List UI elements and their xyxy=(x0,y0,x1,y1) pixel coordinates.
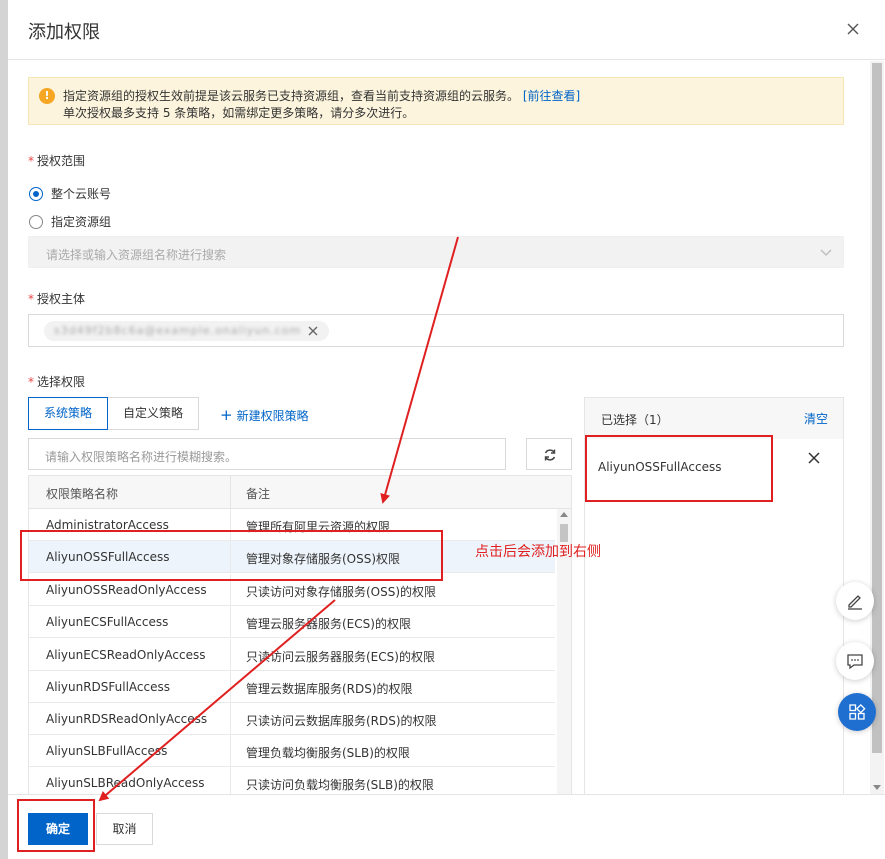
policy-table: 权限策略名称 备注 AdministratorAccess 管理所有阿里云资源的… xyxy=(28,475,572,794)
resource-group-placeholder: 请选择或输入资源组名称进行搜索 xyxy=(46,248,227,262)
table-row[interactable]: AdministratorAccess 管理所有阿里云资源的权限 xyxy=(29,509,555,541)
table-row[interactable]: AliyunRDSReadOnlyAccess 只读访问云数据库服务(RDS)的… xyxy=(29,703,555,735)
policy-note: 管理对象存储服务(OSS)权限 xyxy=(246,552,401,566)
table-row[interactable]: AliyunECSFullAccess 管理云服务器服务(ECS)的权限 xyxy=(29,606,555,638)
dialog-scrollbar[interactable] xyxy=(870,61,884,794)
alert-message-line1: 指定资源组的授权生效前提是该云服务已支持资源组，查看当前支持资源组的云服务。 xyxy=(63,89,520,103)
edit-icon xyxy=(848,595,862,610)
policy-search-placeholder: 请输入权限策略名称进行模糊搜索。 xyxy=(45,450,238,464)
dialog-body: ! 指定资源组的授权生效前提是该云服务已支持资源组，查看当前支持资源组的云服务。… xyxy=(8,61,885,794)
apps-icon xyxy=(849,703,866,720)
policy-name: AliyunRDSReadOnlyAccess xyxy=(46,712,208,726)
plus-icon: + xyxy=(220,406,233,424)
new-policy-link[interactable]: + 新建权限策略 xyxy=(220,406,309,424)
table-header: 权限策略名称 备注 xyxy=(29,476,571,509)
dialog-scrollbar-thumb[interactable] xyxy=(872,63,882,753)
chat-button[interactable] xyxy=(836,642,874,680)
policy-note: 只读访问负载均衡服务(SLB)的权限 xyxy=(246,778,434,792)
policy-name: AdministratorAccess xyxy=(46,518,169,532)
policy-note: 只读访问云数据库服务(RDS)的权限 xyxy=(246,714,437,728)
policy-note: 只读访问云服务器服务(ECS)的权限 xyxy=(246,650,435,664)
table-row[interactable]: AliyunOSSReadOnlyAccess 只读访问对象存储服务(OSS)的… xyxy=(29,574,555,606)
required-mark: * xyxy=(28,292,34,306)
refresh-button[interactable] xyxy=(526,438,572,470)
tab-system-policy[interactable]: 系统策略 xyxy=(28,397,109,430)
policy-note: 管理负载均衡服务(SLB)的权限 xyxy=(246,746,410,760)
radio-label: 整个云账号 xyxy=(51,187,112,201)
selected-panel-header: 已选择（1） 清空 xyxy=(585,398,843,439)
policy-note: 只读访问对象存储服务(OSS)的权限 xyxy=(246,585,437,599)
scroll-up-arrow-icon[interactable] xyxy=(560,512,568,517)
column-header-name: 权限策略名称 xyxy=(46,487,119,501)
close-icon[interactable] xyxy=(844,20,862,38)
principal-tag-text: s3d49f2b8c6a@example.onaliyun.com xyxy=(54,324,302,337)
required-mark: * xyxy=(28,375,34,389)
table-row[interactable]: AliyunSLBFullAccess 管理负载均衡服务(SLB)的权限 xyxy=(29,735,555,767)
policy-name: AliyunSLBReadOnlyAccess xyxy=(46,776,205,790)
radio-checked-icon xyxy=(29,186,43,201)
table-row[interactable]: AliyunRDSFullAccess 管理云数据库服务(RDS)的权限 xyxy=(29,671,555,703)
column-header-note: 备注 xyxy=(246,487,271,501)
policy-note: 管理云服务器服务(ECS)的权限 xyxy=(246,617,411,631)
warning-icon: ! xyxy=(39,88,55,104)
policy-name: AliyunOSSReadOnlyAccess xyxy=(46,583,207,597)
info-alert: ! 指定资源组的授权生效前提是该云服务已支持资源组，查看当前支持资源组的云服务。… xyxy=(28,77,844,125)
tab-custom-policy[interactable]: 自定义策略 xyxy=(107,397,200,430)
policy-type-tabs: 系统策略 自定义策略 xyxy=(28,397,200,430)
alert-message-line2: 单次授权最多支持 5 条策略，如需绑定更多策略，请分多次进行。 xyxy=(63,106,415,120)
dialog-footer: 确定 取消 xyxy=(8,794,885,859)
clear-selection-link[interactable]: 清空 xyxy=(804,410,828,427)
principal-input[interactable]: s3d49f2b8c6a@example.onaliyun.com xyxy=(28,314,844,347)
policy-note: 管理云数据库服务(RDS)的权限 xyxy=(246,682,413,696)
add-permission-dialog: 添加权限 ! 指定资源组的授权生效前提是该云服务已支持资源组，查看当前支持资源组… xyxy=(8,0,885,859)
radio-resource-group[interactable]: 指定资源组 xyxy=(29,213,111,230)
resource-group-select[interactable]: 请选择或输入资源组名称进行搜索 xyxy=(28,236,844,268)
required-mark: * xyxy=(28,154,34,168)
background-page-edge xyxy=(0,0,8,859)
remove-selected-icon[interactable] xyxy=(807,451,821,465)
selected-policy-item: AliyunOSSFullAccess xyxy=(598,460,722,474)
scroll-down-arrow-icon[interactable] xyxy=(873,785,881,790)
policy-search-input[interactable]: 请输入权限策略名称进行模糊搜索。 xyxy=(28,438,506,470)
radio-whole-account[interactable]: 整个云账号 xyxy=(29,185,111,202)
annotation-text: 点击后会添加到右侧 xyxy=(475,544,601,560)
policy-name: AliyunOSSFullAccess xyxy=(46,550,170,564)
view-supported-services-link[interactable]: [前往查看] xyxy=(523,89,580,103)
chat-icon xyxy=(847,654,863,670)
refresh-icon xyxy=(544,449,556,461)
chevron-down-icon xyxy=(820,249,832,256)
radio-label: 指定资源组 xyxy=(51,215,112,229)
policy-name: AliyunECSFullAccess xyxy=(46,615,169,629)
confirm-button[interactable]: 确定 xyxy=(28,813,88,845)
selected-count-title: 已选择（1） xyxy=(601,413,669,427)
principal-tag: s3d49f2b8c6a@example.onaliyun.com xyxy=(44,321,329,341)
selected-policies-panel: 已选择（1） 清空 AliyunOSSFullAccess xyxy=(584,397,844,794)
apps-button[interactable] xyxy=(838,693,876,731)
policy-note: 管理所有阿里云资源的权限 xyxy=(246,520,391,534)
table-row[interactable]: AliyunECSReadOnlyAccess 只读访问云服务器服务(ECS)的… xyxy=(29,639,555,671)
cancel-button[interactable]: 取消 xyxy=(96,813,153,845)
dialog-title: 添加权限 xyxy=(28,22,100,43)
dialog-header: 添加权限 xyxy=(8,0,885,60)
scope-label: * 授权范围 xyxy=(28,154,86,168)
policy-name: AliyunECSReadOnlyAccess xyxy=(46,648,206,662)
policy-name: AliyunSLBFullAccess xyxy=(46,744,168,758)
table-row[interactable]: AliyunSLBReadOnlyAccess 只读访问负载均衡服务(SLB)的… xyxy=(29,767,555,794)
principal-label: * 授权主体 xyxy=(28,292,86,306)
radio-unchecked-icon xyxy=(29,214,43,229)
close-icon[interactable] xyxy=(306,324,320,338)
edit-feedback-button[interactable] xyxy=(836,582,874,620)
policy-name: AliyunRDSFullAccess xyxy=(46,680,170,694)
permissions-label: * 选择权限 xyxy=(28,375,86,389)
table-scrollbar-thumb[interactable] xyxy=(560,524,568,542)
